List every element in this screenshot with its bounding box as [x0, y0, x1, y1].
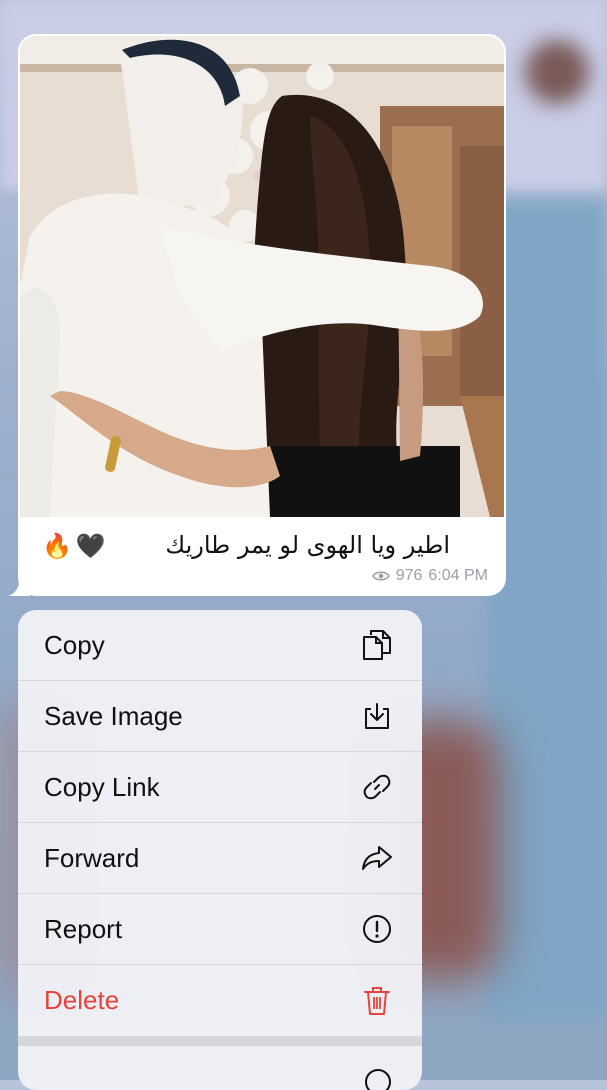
- menu-item-label: Copy Link: [44, 771, 160, 802]
- message-time: 6:04 PM: [428, 567, 488, 584]
- view-count: 976: [395, 567, 423, 584]
- download-icon: [360, 699, 394, 733]
- link-icon: [360, 770, 394, 804]
- caption-emoji-group: 🔥 🖤: [42, 532, 106, 561]
- black-heart-emoji: 🖤: [75, 533, 106, 560]
- menu-item-label: Forward: [44, 842, 140, 873]
- menu-item-label: Delete: [44, 985, 120, 1015]
- eye-icon: [371, 571, 390, 581]
- more-icon: [365, 1069, 391, 1090]
- message-photo[interactable]: [20, 36, 504, 517]
- forward-icon: [360, 841, 394, 875]
- menu-more-section[interactable]: [18, 1046, 422, 1090]
- menu-item-label: Copy: [44, 629, 105, 660]
- background-avatar: [525, 40, 589, 104]
- menu-separator: [18, 1036, 422, 1046]
- message-caption: اطير ويا الهوى لو يمر طاريك: [165, 531, 450, 559]
- menu-item-label: Report: [44, 913, 123, 944]
- menu-item-delete[interactable]: Delete: [18, 965, 422, 1036]
- trash-icon: [360, 984, 394, 1018]
- menu-item-label: Save Image: [44, 700, 183, 731]
- fire-emoji: 🔥: [42, 533, 72, 560]
- couple-photo-illustration: [20, 36, 504, 517]
- menu-item-copy-link[interactable]: Copy Link: [18, 752, 422, 823]
- message-bubble[interactable]: اطير ويا الهوى لو يمر طاريك 🔥 🖤 976 6:04…: [8, 34, 506, 596]
- copy-icon: [360, 628, 394, 662]
- menu-item-forward[interactable]: Forward: [18, 823, 422, 894]
- message-meta: 976 6:04 PM: [371, 567, 488, 585]
- menu-item-save-image[interactable]: Save Image: [18, 681, 422, 752]
- bubble-tail: [8, 574, 30, 596]
- context-menu: Copy Save Image Copy Link Forward Report…: [18, 610, 422, 1090]
- menu-item-copy[interactable]: Copy: [18, 610, 422, 681]
- report-icon: [360, 912, 394, 946]
- menu-item-report[interactable]: Report: [18, 894, 422, 965]
